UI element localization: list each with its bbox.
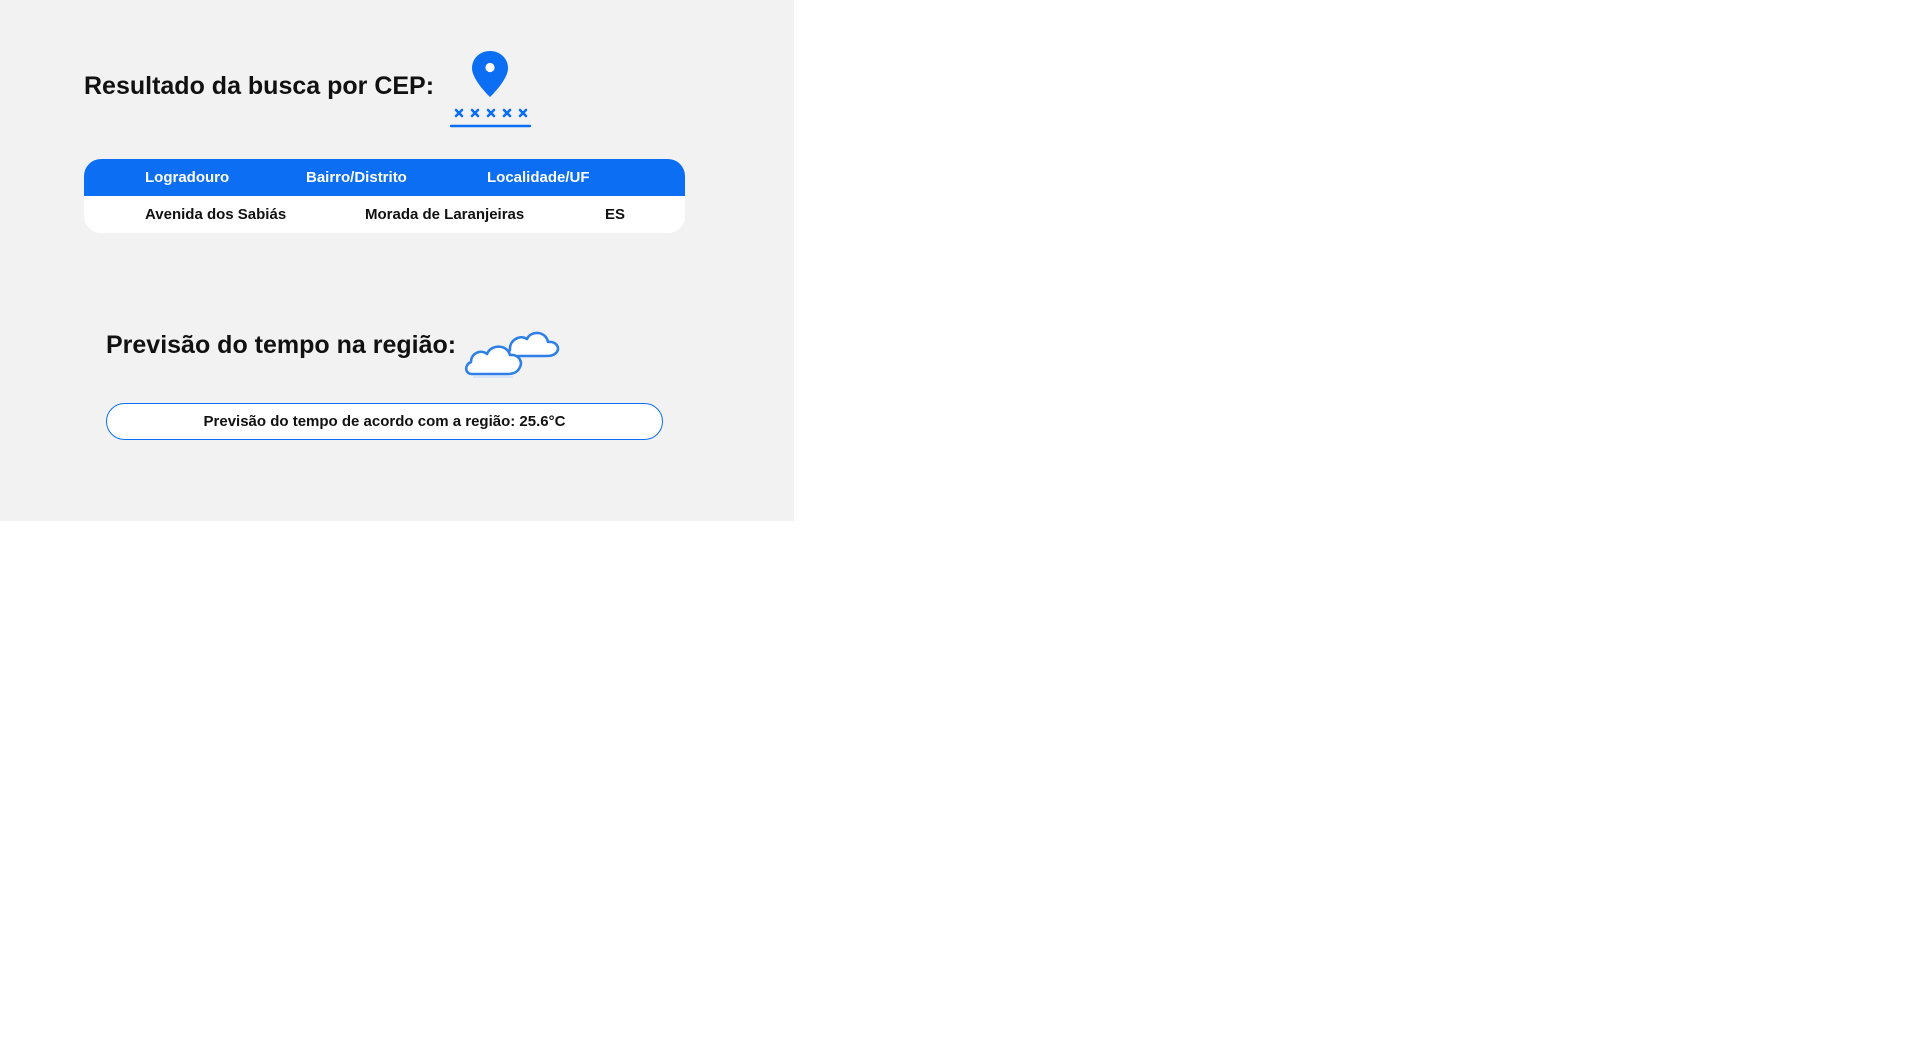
- column-header-bairro: Bairro/Distrito: [306, 169, 407, 186]
- cell-logradouro: Avenida dos Sabiás: [145, 206, 287, 223]
- address-marker-illustration: [449, 108, 532, 128]
- cell-uf: ES: [605, 206, 626, 223]
- map-pin-icon: [472, 51, 508, 97]
- results-panel: Resultado da busca por CEP: Logradouro B…: [0, 0, 794, 521]
- column-header-logradouro: Logradouro: [145, 169, 230, 186]
- table-row: Avenida dos Sabiás Morada de Laranjeiras…: [84, 196, 685, 233]
- weather-title: Previsão do tempo na região:: [106, 331, 457, 359]
- column-header-localidade: Localidade/UF: [487, 169, 590, 186]
- cep-result-table: Logradouro Bairro/Distrito Localidade/UF…: [84, 159, 685, 233]
- table-header-row: Logradouro Bairro/Distrito Localidade/UF: [84, 159, 685, 196]
- cloud-icon: [464, 331, 560, 378]
- cep-result-title: Resultado da busca por CEP:: [84, 72, 435, 100]
- cell-bairro: Morada de Laranjeiras: [365, 206, 525, 223]
- weather-forecast-text: Previsão do tempo de acordo com a região…: [203, 413, 566, 430]
- weather-forecast-box: Previsão do tempo de acordo com a região…: [106, 403, 663, 440]
